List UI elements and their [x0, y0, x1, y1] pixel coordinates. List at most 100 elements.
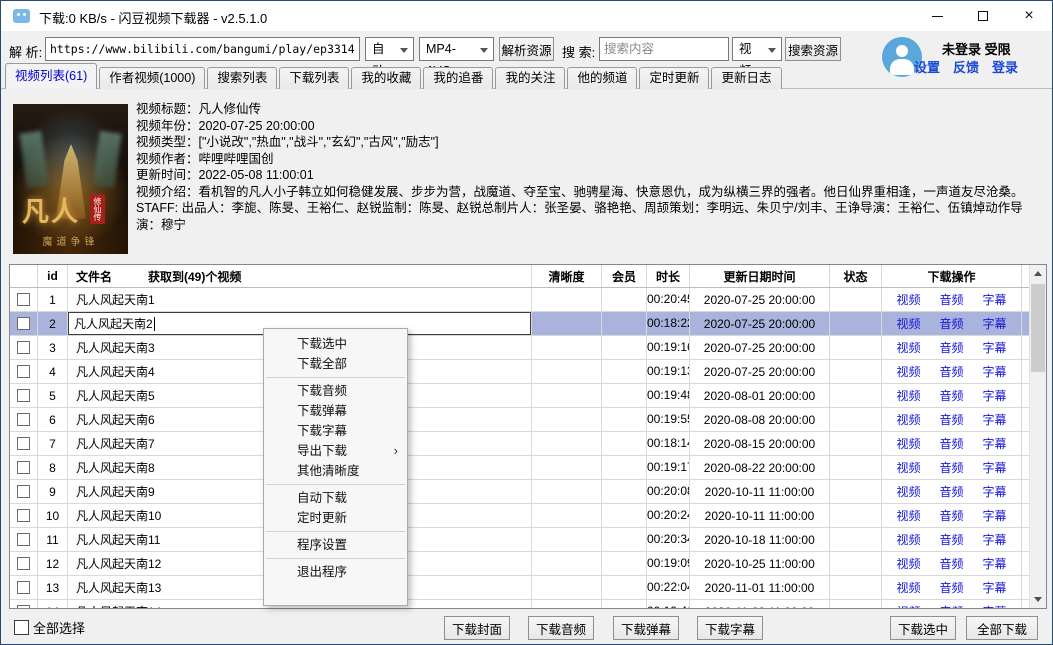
download-audio-link[interactable]: 音频 [939, 387, 963, 404]
search-input[interactable] [599, 37, 729, 61]
table-row[interactable]: 9凡人风起天南900:20:082020-10-11 11:00:00视频音频字… [10, 480, 1046, 504]
download-subtitle-link[interactable]: 字幕 [983, 315, 1007, 332]
table-row[interactable]: 5凡人风起天南500:19:482020-08-01 20:00:00视频音频字… [10, 384, 1046, 408]
download-audio-link[interactable]: 音频 [939, 459, 963, 476]
parse-button[interactable]: 解析资源 [499, 37, 554, 61]
download-audio-link[interactable]: 音频 [939, 435, 963, 452]
menu-item-下载全部[interactable]: 下载全部 [264, 354, 407, 374]
tab-changelog[interactable]: 更新日志 [711, 67, 781, 89]
row-checkbox[interactable] [17, 437, 30, 450]
tab-search-list[interactable]: 搜索列表 [207, 67, 277, 89]
download-subtitle-link[interactable]: 字幕 [983, 411, 1007, 428]
row-checkbox[interactable] [17, 365, 30, 378]
url-input[interactable] [45, 37, 360, 61]
table-row[interactable]: 2凡人风起天南200:18:222020-07-25 20:00:00视频音频字… [10, 312, 1046, 336]
scrollbar-thumb[interactable] [1031, 284, 1045, 372]
download-video-link[interactable]: 视频 [896, 435, 920, 452]
download-audio-link[interactable]: 音频 [939, 531, 963, 548]
minimize-button[interactable] [914, 1, 960, 31]
download-danmaku-button[interactable]: 下载弹幕 [613, 616, 679, 640]
row-checkbox[interactable] [17, 293, 30, 306]
download-video-link[interactable]: 视频 [896, 315, 920, 332]
download-selected-button[interactable]: 下载选中 [890, 616, 956, 640]
video-type-select[interactable]: 视频 [732, 37, 782, 61]
download-video-link[interactable]: 视频 [896, 339, 920, 356]
table-row[interactable]: 10凡人风起天南1000:20:242020-10-11 11:00:00视频音… [10, 504, 1046, 528]
select-all[interactable]: 全部选择 [14, 618, 85, 637]
table-row[interactable]: 6凡人风起天南600:19:552020-08-08 20:00:00视频音频字… [10, 408, 1046, 432]
row-checkbox[interactable] [17, 413, 30, 426]
download-audio-link[interactable]: 音频 [939, 363, 963, 380]
download-video-link[interactable]: 视频 [896, 555, 920, 572]
table-row[interactable]: 11凡人风起天南1100:20:342020-10-18 11:00:00视频音… [10, 528, 1046, 552]
row-checkbox[interactable] [17, 341, 30, 354]
row-checkbox[interactable] [17, 557, 30, 570]
download-subtitle-link[interactable]: 字幕 [983, 531, 1007, 548]
download-audio-link[interactable]: 音频 [939, 579, 963, 596]
scroll-up-button[interactable] [1030, 265, 1046, 282]
download-video-link[interactable]: 视频 [896, 363, 920, 380]
download-video-link[interactable]: 视频 [896, 387, 920, 404]
vertical-scrollbar[interactable] [1029, 265, 1046, 608]
download-subtitle-link[interactable]: 字幕 [983, 483, 1007, 500]
download-subtitle-link[interactable]: 字幕 [983, 387, 1007, 404]
format-select[interactable]: MP4-AVC [419, 37, 494, 61]
row-checkbox[interactable] [17, 389, 30, 402]
tab-my-follows[interactable]: 我的关注 [495, 67, 565, 89]
scroll-down-button[interactable] [1030, 591, 1046, 608]
download-audio-link[interactable]: 音频 [939, 411, 963, 428]
table-row[interactable]: 4凡人风起天南400:19:132020-07-25 20:00:00视频音频字… [10, 360, 1046, 384]
row-checkbox[interactable] [17, 509, 30, 522]
row-checkbox[interactable] [17, 461, 30, 474]
download-subtitle-link[interactable]: 字幕 [983, 555, 1007, 572]
download-video-link[interactable]: 视频 [896, 459, 920, 476]
menu-item-下载选中[interactable]: 下载选中 [264, 334, 407, 354]
download-cover-button[interactable]: 下载封面 [444, 616, 510, 640]
download-video-link[interactable]: 视频 [896, 483, 920, 500]
menu-item-下载字幕[interactable]: 下载字幕 [264, 421, 407, 441]
download-video-link[interactable]: 视频 [896, 531, 920, 548]
tab-download-list[interactable]: 下载列表 [279, 67, 349, 89]
menu-item-其他清晰度[interactable]: 其他清晰度 [264, 461, 407, 481]
close-button[interactable]: × [1006, 1, 1052, 31]
table-row[interactable]: 13凡人风起天南1300:22:042020-11-01 11:00:00视频音… [10, 576, 1046, 600]
download-video-link[interactable]: 视频 [896, 507, 920, 524]
download-subtitle-link[interactable]: 字幕 [983, 339, 1007, 356]
tab-my-bangumi[interactable]: 我的追番 [423, 67, 493, 89]
maximize-button[interactable] [960, 1, 1006, 31]
download-audio-link[interactable]: 音频 [939, 507, 963, 524]
search-button[interactable]: 搜索资源 [785, 37, 841, 61]
download-subtitle-link[interactable]: 字幕 [983, 459, 1007, 476]
row-checkbox[interactable] [17, 533, 30, 546]
menu-item-导出下载[interactable]: 导出下载› [264, 441, 407, 461]
row-checkbox[interactable] [17, 317, 30, 330]
menu-item-退出程序[interactable]: 退出程序 [264, 562, 407, 582]
table-row[interactable]: 12凡人风起天南1200:19:092020-10-25 11:00:00视频音… [10, 552, 1046, 576]
table-row[interactable]: 3凡人风起天南300:19:162020-07-25 20:00:00视频音频字… [10, 336, 1046, 360]
download-audio-link[interactable]: 音频 [939, 291, 963, 308]
table-row[interactable]: 1凡人风起天南100:20:452020-07-25 20:00:00视频音频字… [10, 288, 1046, 312]
tab-author-videos[interactable]: 作者视频(1000) [99, 67, 205, 89]
download-subtitle-link[interactable]: 字幕 [983, 291, 1007, 308]
download-audio-link[interactable]: 音频 [939, 339, 963, 356]
menu-item-自动下载[interactable]: 自动下载 [264, 488, 407, 508]
download-audio-button[interactable]: 下载音频 [528, 616, 594, 640]
row-checkbox[interactable] [17, 485, 30, 498]
download-subtitle-button[interactable]: 下载字幕 [697, 616, 763, 640]
menu-item-下载音频[interactable]: 下载音频 [264, 381, 407, 401]
download-subtitle-link[interactable]: 字幕 [983, 435, 1007, 452]
table-row[interactable]: 14凡人风起天南1400:19:412020-11-08 11:00:00视频音… [10, 600, 1046, 609]
tab-video-list[interactable]: 视频列表(61) [5, 63, 97, 89]
tab-scheduled-update[interactable]: 定时更新 [639, 67, 709, 89]
table-row[interactable]: 8凡人风起天南800:19:172020-08-22 20:00:00视频音频字… [10, 456, 1046, 480]
tab-his-channel[interactable]: 他的频道 [567, 67, 637, 89]
menu-item-定时更新[interactable]: 定时更新 [264, 508, 407, 528]
download-audio-link[interactable]: 音频 [939, 483, 963, 500]
menu-item-程序设置[interactable]: 程序设置 [264, 535, 407, 555]
download-subtitle-link[interactable]: 字幕 [983, 579, 1007, 596]
download-subtitle-link[interactable]: 字幕 [983, 507, 1007, 524]
download-subtitle-link[interactable]: 字幕 [983, 363, 1007, 380]
tab-favorites[interactable]: 我的收藏 [351, 67, 421, 89]
select-all-checkbox[interactable] [14, 620, 29, 635]
download-audio-link[interactable]: 音频 [939, 315, 963, 332]
